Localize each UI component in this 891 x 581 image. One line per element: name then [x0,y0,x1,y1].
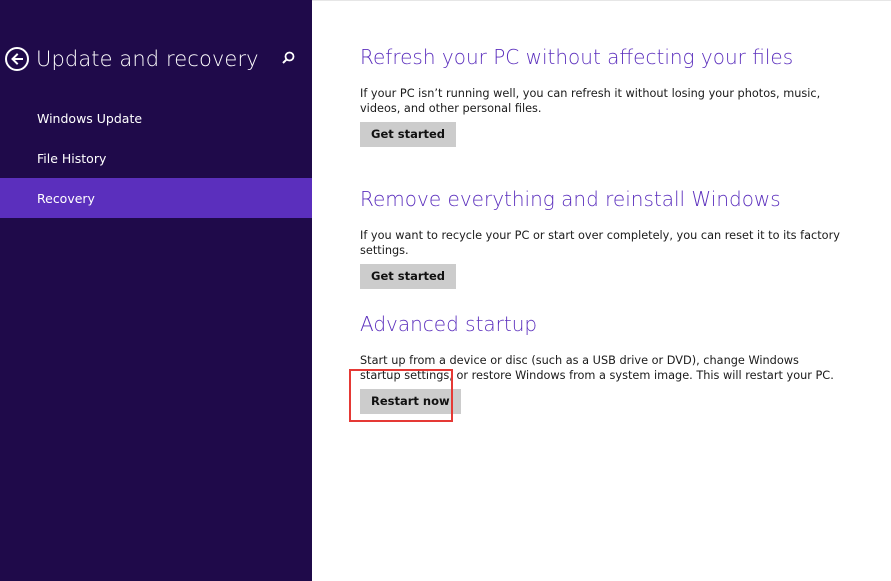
reset-section: Remove everything and reinstall Windows … [360,186,840,289]
back-arrow-circle-icon[interactable] [5,47,29,71]
refresh-section: Refresh your PC without affecting your f… [360,44,840,147]
section-heading: Advanced startup [360,312,538,336]
section-heading: Remove everything and reinstall Windows [360,187,781,211]
reset-get-started-button[interactable]: Get started [360,264,457,289]
sidebar-header: Update and recovery [5,44,259,74]
page-title: Update and recovery [36,47,259,71]
refresh-get-started-button[interactable]: Get started [360,122,457,147]
restart-now-button[interactable]: Restart now [360,389,461,414]
sidebar-nav: Windows Update File History Recovery [0,98,312,218]
sidebar-item-file-history[interactable]: File History [0,138,312,178]
section-description: If your PC isn’t running well, you can r… [360,87,821,115]
advanced-startup-section: Advanced startup Start up from a device … [360,311,840,414]
search-icon[interactable] [280,50,296,66]
sidebar-item-recovery[interactable]: Recovery [0,178,312,218]
section-description: Start up from a device or disc (such as … [360,354,834,382]
sidebar-item-label: Windows Update [37,110,143,126]
sidebar-item-label: File History [37,150,107,166]
sidebar-item-label: Recovery [37,190,95,206]
section-description: If you want to recycle your PC or start … [360,229,840,257]
sidebar-item-windows-update[interactable]: Windows Update [0,98,312,138]
sidebar: Update and recovery Windows Update File … [0,0,312,581]
settings-window: Update and recovery Windows Update File … [0,0,891,581]
section-heading: Refresh your PC without affecting your f… [360,45,794,69]
main-content: Refresh your PC without affecting your f… [312,0,891,581]
